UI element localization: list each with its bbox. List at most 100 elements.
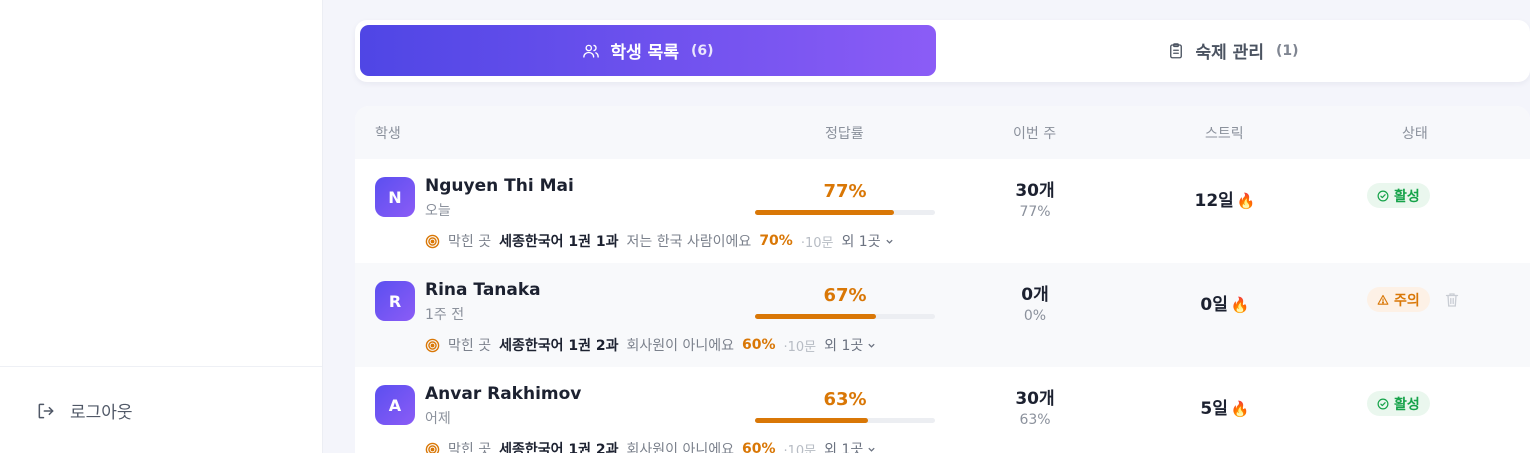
stuck-point: 막힌 곳 세종한국어 1권 2과 회사원이 아니에요 60% ·10문 외 1곳: [425, 439, 876, 453]
streak-cell: 5일 🔥: [1155, 394, 1295, 419]
fire-icon: 🔥: [1230, 296, 1250, 314]
week-percent: 77%: [1019, 204, 1051, 220]
status-label: 활성: [1394, 396, 1420, 413]
week-count: 30개: [1015, 181, 1055, 201]
logout-icon: [38, 403, 54, 418]
chevron-down-icon: [885, 239, 893, 244]
last-seen: 어제: [425, 411, 451, 427]
stuck-more-label: 외 1곳: [841, 234, 881, 250]
tab-homework-count: (1): [1275, 42, 1299, 59]
tab-student-list-label: 학생 목록: [610, 43, 679, 63]
streak-value: 12일: [1194, 191, 1234, 211]
fire-icon: 🔥: [1230, 400, 1250, 418]
logout-button[interactable]: 로그아웃: [36, 398, 133, 423]
avatar: A: [375, 385, 415, 425]
student-name[interactable]: Rina Tanaka: [425, 280, 541, 300]
week-count: 0개: [1021, 285, 1049, 305]
stuck-question-count: ·10문: [800, 235, 834, 251]
table-header: 학생 정답률 이번 주 스트릭 상태: [355, 106, 1530, 159]
fire-icon: 🔥: [1236, 192, 1256, 210]
this-week-cell: 30개 77%: [965, 176, 1105, 220]
status-badge: 주의: [1367, 287, 1430, 312]
users-icon: [583, 44, 600, 58]
sidebar: 로그아웃: [0, 0, 323, 453]
this-week-cell: 30개 63%: [965, 384, 1105, 428]
header-status: 상태: [1402, 126, 1428, 142]
header-accuracy: 정답률: [825, 126, 864, 142]
accuracy-bar: [755, 314, 935, 319]
target-icon: [425, 442, 440, 453]
stuck-more-label: 외 1곳: [824, 442, 864, 453]
stuck-more-toggle[interactable]: 외 1곳: [841, 231, 893, 251]
streak-cell: 0일 🔥: [1155, 290, 1295, 315]
streak-value: 0일: [1200, 295, 1228, 315]
avatar: N: [375, 177, 415, 217]
tab-homework[interactable]: 숙제 관리 (1): [941, 25, 1525, 76]
stuck-topic: 회사원이 아니에요: [626, 338, 734, 354]
accuracy-bar-fill: [755, 314, 876, 319]
accuracy-value: 77%: [823, 181, 867, 202]
stuck-label: 막힌 곳: [448, 442, 492, 453]
streak-value: 5일: [1200, 399, 1228, 419]
logout-label: 로그아웃: [70, 403, 133, 423]
last-seen: 1주 전: [425, 307, 465, 323]
stuck-percent: 60%: [741, 337, 776, 353]
student-table: 학생 정답률 이번 주 스트릭 상태 N Nguyen Thi Mai 오늘 7…: [355, 106, 1530, 453]
stuck-lesson: 세종한국어 1권 2과: [499, 338, 619, 354]
accuracy-value: 63%: [823, 389, 867, 410]
header-this-week: 이번 주: [1013, 126, 1057, 142]
student-name[interactable]: Anvar Rakhimov: [425, 384, 581, 404]
stuck-topic: 저는 한국 사람이에요: [626, 234, 752, 250]
header-streak: 스트릭: [1205, 126, 1244, 142]
this-week-cell: 0개 0%: [965, 280, 1105, 324]
accuracy-value: 67%: [823, 285, 867, 306]
stuck-topic: 회사원이 아니에요: [626, 442, 734, 453]
check-circle-icon: [1377, 190, 1389, 201]
stuck-lesson: 세종한국어 1권 1과: [499, 234, 619, 250]
accuracy-bar: [755, 418, 935, 423]
stuck-more-toggle[interactable]: 외 1곳: [824, 335, 876, 355]
target-icon: [425, 338, 440, 352]
week-percent: 0%: [1023, 308, 1047, 324]
accuracy-bar-fill: [755, 418, 869, 423]
stuck-question-count: ·10문: [783, 443, 817, 453]
check-circle-icon: [1377, 398, 1389, 409]
stuck-point: 막힌 곳 세종한국어 1권 1과 저는 한국 사람이에요 70% ·10문 외 …: [425, 231, 894, 251]
stuck-more-label: 외 1곳: [824, 338, 864, 354]
stuck-percent: 70%: [759, 233, 793, 249]
main-content: 학생 목록 (6) 숙제 관리 (1) 학생 정답률 이번 주 스트릭 상태 N…: [323, 0, 1530, 453]
chevron-down-icon: [868, 343, 875, 348]
stuck-more-toggle[interactable]: 외 1곳: [824, 439, 876, 453]
tab-homework-label: 숙제 관리: [1195, 43, 1264, 63]
warning-icon: [1377, 294, 1389, 305]
accuracy-bar-fill: [755, 210, 894, 215]
status-label: 활성: [1394, 188, 1420, 205]
clipboard-icon: [1170, 42, 1183, 58]
table-row[interactable]: R Rina Tanaka 1주 전 67% 0개 0% 0일 🔥 주의 막힌 곳…: [355, 263, 1530, 367]
week-count: 30개: [1015, 389, 1055, 409]
stuck-label: 막힌 곳: [448, 338, 492, 354]
target-icon: [425, 234, 440, 248]
last-seen: 오늘: [425, 203, 451, 219]
chevron-down-icon: [868, 447, 875, 452]
trash-icon[interactable]: [1445, 292, 1459, 308]
sidebar-divider: [0, 366, 322, 367]
streak-cell: 12일 🔥: [1155, 186, 1295, 211]
stuck-question-count: ·10문: [783, 339, 817, 355]
stuck-point: 막힌 곳 세종한국어 1권 2과 회사원이 아니에요 60% ·10문 외 1곳: [425, 335, 876, 355]
table-row[interactable]: A Anvar Rakhimov 어제 63% 30개 63% 5일 🔥 활성 막…: [355, 367, 1530, 453]
stuck-lesson: 세종한국어 1권 2과: [499, 442, 619, 453]
table-row[interactable]: N Nguyen Thi Mai 오늘 77% 30개 77% 12일 🔥 활성 …: [355, 159, 1530, 263]
header-student: 학생: [375, 126, 401, 142]
tab-bar: 학생 목록 (6) 숙제 관리 (1): [355, 20, 1530, 82]
tab-student-list[interactable]: 학생 목록 (6): [360, 25, 936, 76]
status-label: 주의: [1394, 292, 1420, 309]
status-badge: 활성: [1367, 183, 1430, 208]
avatar: R: [375, 281, 415, 321]
student-name[interactable]: Nguyen Thi Mai: [425, 176, 574, 196]
stuck-label: 막힌 곳: [448, 234, 492, 250]
week-percent: 63%: [1019, 412, 1051, 428]
accuracy-bar: [755, 210, 935, 215]
tab-student-list-count: (6): [690, 42, 714, 59]
stuck-percent: 60%: [741, 441, 776, 453]
